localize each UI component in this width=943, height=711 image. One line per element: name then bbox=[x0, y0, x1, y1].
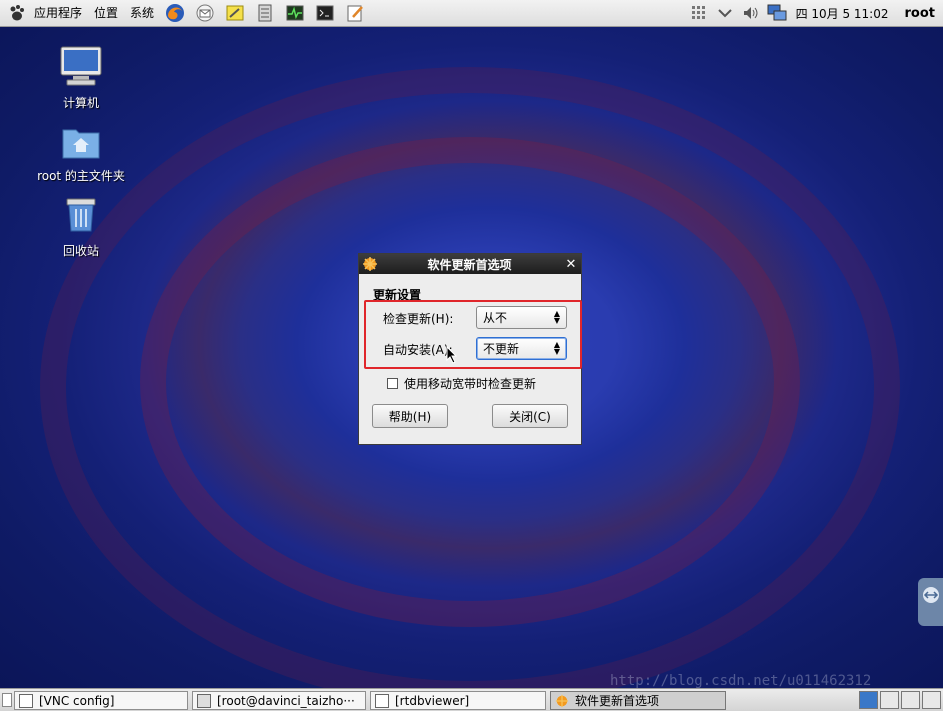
text-editor-icon[interactable] bbox=[344, 2, 366, 24]
check-updates-label: 检查更新(H): bbox=[383, 312, 454, 326]
notes-icon[interactable] bbox=[224, 2, 246, 24]
check-updates-select[interactable]: 从不 ▲ ▼ bbox=[476, 306, 567, 329]
auto-install-label: 自动安装(A): bbox=[383, 343, 453, 357]
top-panel: 应用程序 位置 系统 四 10月 5 11:02 root bbox=[0, 0, 943, 27]
task-label: [VNC config] bbox=[39, 693, 115, 708]
menu-applications[interactable]: 应用程序 bbox=[32, 0, 88, 27]
desktop-icon-label: 回收站 bbox=[62, 244, 99, 258]
window-icon bbox=[19, 693, 33, 708]
window-icon bbox=[375, 693, 389, 708]
teamviewer-icon bbox=[923, 587, 939, 603]
system-tray: 四 10月 5 11:02 root bbox=[686, 0, 943, 27]
mobile-broadband-label: 使用移动宽带时检查更新 bbox=[404, 377, 537, 391]
auto-install-select[interactable]: 不更新 ▲ ▼ bbox=[476, 337, 567, 360]
system-monitor-icon[interactable] bbox=[284, 2, 306, 24]
computer-icon bbox=[60, 46, 102, 86]
task-vnc-config[interactable]: [VNC config] bbox=[14, 691, 188, 710]
terminal-icon[interactable] bbox=[314, 2, 336, 24]
mail-icon[interactable] bbox=[194, 2, 216, 24]
server-icon[interactable] bbox=[254, 2, 276, 24]
task-label: 软件更新首选项 bbox=[575, 694, 660, 708]
workspace-4[interactable] bbox=[922, 691, 941, 709]
network-icon[interactable] bbox=[767, 3, 787, 23]
firefox-icon[interactable] bbox=[164, 2, 186, 24]
watermark: http://blog.csdn.net/u011462312 bbox=[610, 673, 872, 689]
desktop-icon-home[interactable]: root 的主文件夹 bbox=[31, 124, 131, 184]
desktop-icon-label: 计算机 bbox=[62, 96, 99, 110]
task-terminal[interactable]: [root@davinci_taizho··· bbox=[192, 691, 366, 710]
desktop-icon-computer[interactable]: 计算机 bbox=[31, 45, 131, 111]
help-button[interactable]: 帮助(H) bbox=[372, 404, 448, 428]
updown-arrows-icon: ▲ ▼ bbox=[553, 340, 560, 356]
desktop-icon-trash[interactable]: 回收站 bbox=[31, 195, 131, 259]
taskbar: [VNC config] [root@davinci_taizho··· [rt… bbox=[0, 688, 943, 711]
auto-install-value: 不更新 bbox=[483, 342, 520, 356]
chevron-down-icon[interactable] bbox=[715, 3, 735, 23]
task-label: [root@davinci_taizho··· bbox=[217, 693, 355, 708]
menu-system[interactable]: 系统 bbox=[124, 0, 160, 27]
home-folder-icon bbox=[62, 129, 100, 159]
close-button[interactable]: 关闭(C) bbox=[492, 404, 568, 428]
side-panel-tab[interactable] bbox=[918, 578, 943, 626]
software-update-preferences-dialog: 软件更新首选项 ✕ 更新设置 检查更新(H): 从不 ▲ ▼ 自动安装(A): 不… bbox=[358, 253, 582, 445]
check-updates-value: 从不 bbox=[483, 311, 508, 325]
user-menu[interactable]: root bbox=[897, 6, 943, 21]
gnome-foot-icon bbox=[6, 2, 28, 24]
desktop-icon-label: root 的主文件夹 bbox=[37, 169, 125, 183]
keyboard-grid-icon[interactable] bbox=[689, 3, 709, 23]
clock[interactable]: 四 10月 5 11:02 bbox=[790, 5, 897, 22]
close-icon[interactable]: ✕ bbox=[561, 257, 581, 272]
volume-icon[interactable] bbox=[741, 3, 761, 23]
mouse-cursor-icon bbox=[446, 346, 458, 364]
task-software-update[interactable]: 软件更新首选项 bbox=[550, 691, 726, 710]
workspace-3[interactable] bbox=[901, 691, 920, 709]
updown-arrows-icon: ▲ ▼ bbox=[553, 309, 560, 325]
task-label: [rtdbviewer] bbox=[395, 693, 470, 708]
workspace-1[interactable] bbox=[859, 691, 878, 709]
menu-places[interactable]: 位置 bbox=[88, 0, 124, 27]
update-app-icon bbox=[555, 694, 569, 707]
mobile-broadband-option[interactable]: 使用移动宽带时检查更新 bbox=[387, 375, 536, 392]
workspace-2[interactable] bbox=[880, 691, 899, 709]
show-desktop-icon[interactable] bbox=[2, 693, 12, 707]
dialog-titlebar[interactable]: 软件更新首选项 ✕ bbox=[359, 254, 581, 274]
update-app-icon bbox=[363, 257, 377, 271]
trash-icon bbox=[66, 198, 96, 232]
task-rtdbviewer[interactable]: [rtdbviewer] bbox=[370, 691, 546, 710]
mobile-broadband-checkbox[interactable] bbox=[387, 378, 398, 389]
terminal-icon bbox=[197, 693, 211, 708]
dialog-title: 软件更新首选项 bbox=[427, 257, 512, 272]
